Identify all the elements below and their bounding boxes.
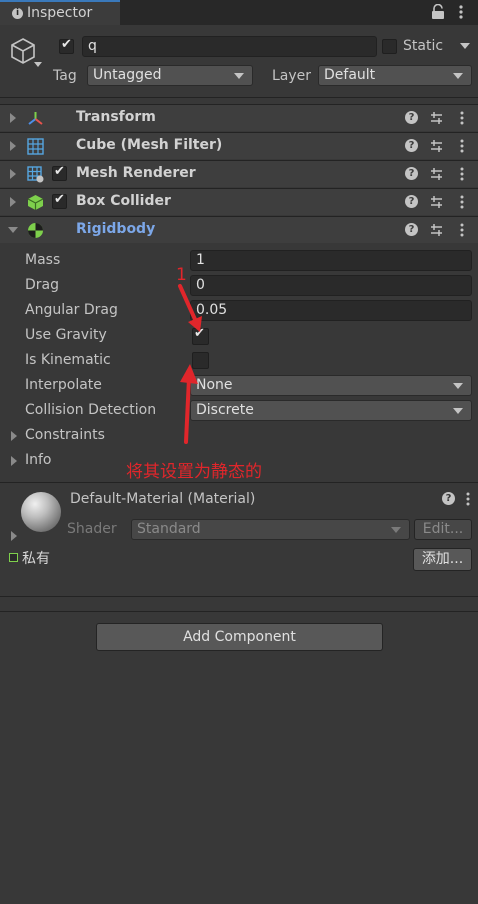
divider xyxy=(0,611,478,612)
layer-value: Default xyxy=(324,67,376,83)
interpolate-label: Interpolate xyxy=(25,377,102,393)
angular-drag-field[interactable]: 0.05 xyxy=(190,300,472,321)
presets-icon[interactable] xyxy=(430,195,443,209)
help-icon[interactable]: ? xyxy=(405,167,418,180)
kebab-menu-icon[interactable] xyxy=(460,167,464,181)
layer-dropdown[interactable]: Default xyxy=(318,65,472,86)
box-collider-icon xyxy=(27,195,44,210)
shader-label: Shader xyxy=(67,521,117,537)
fold-arrow-icon[interactable] xyxy=(10,169,16,179)
annotation-up-arrow-icon xyxy=(180,364,198,444)
component-title: Cube (Mesh Filter) xyxy=(76,137,223,153)
help-icon[interactable]: ? xyxy=(405,195,418,208)
mesh-filter-icon xyxy=(27,138,44,155)
presets-icon[interactable] xyxy=(430,167,443,181)
component-rigidbody[interactable]: Rigidbody ? xyxy=(0,216,478,243)
rigidbody-icon xyxy=(28,223,43,238)
tab-label: Inspector xyxy=(27,5,93,21)
help-icon[interactable]: ? xyxy=(405,139,418,152)
annotation-arrow-icon xyxy=(178,284,202,332)
enabled-checkbox[interactable] xyxy=(52,164,67,181)
gameobject-cube-icon[interactable] xyxy=(9,36,37,66)
component-mesh-renderer[interactable]: Mesh Renderer ? xyxy=(0,160,478,187)
component-title: Transform xyxy=(76,109,156,125)
static-dropdown-icon[interactable] xyxy=(460,43,470,49)
tag-label: Tag xyxy=(53,68,77,84)
divider xyxy=(0,97,478,98)
mass-field[interactable]: 1 xyxy=(190,250,472,271)
collision-detection-dropdown[interactable]: Discrete xyxy=(190,400,472,421)
kebab-menu-icon[interactable] xyxy=(460,223,464,237)
fold-arrow-icon[interactable] xyxy=(10,141,16,151)
active-checkbox[interactable] xyxy=(59,37,74,54)
chevron-down-icon xyxy=(391,527,401,533)
drag-field[interactable]: 0 xyxy=(190,275,472,296)
tab-inspector[interactable]: i Inspector xyxy=(0,0,120,25)
kebab-menu-icon[interactable] xyxy=(466,492,470,506)
drag-label: Drag xyxy=(25,277,60,293)
shader-edit-button[interactable]: Edit... xyxy=(414,519,472,540)
angular-drag-label: Angular Drag xyxy=(25,302,118,318)
lock-icon[interactable] xyxy=(431,4,445,20)
annotation-text: 将其设置为静态的 xyxy=(126,462,262,482)
tag-dropdown[interactable]: Untagged xyxy=(87,65,253,86)
icon-dropdown-icon[interactable] xyxy=(34,62,42,67)
presets-icon[interactable] xyxy=(430,139,443,153)
divider xyxy=(0,482,478,483)
constraints-fold-icon[interactable] xyxy=(11,431,17,441)
help-icon[interactable]: ? xyxy=(405,111,418,124)
mass-label: Mass xyxy=(25,252,61,268)
component-title: Mesh Renderer xyxy=(76,165,196,181)
is-kinematic-label: Is Kinematic xyxy=(25,352,111,368)
component-mesh-filter[interactable]: Cube (Mesh Filter) ? xyxy=(0,132,478,159)
interpolate-value: None xyxy=(196,377,233,393)
fold-arrow-icon[interactable] xyxy=(8,227,18,233)
add-label-button[interactable]: 添加... xyxy=(413,548,472,571)
transform-icon xyxy=(28,112,43,125)
material-title: Default-Material (Material) xyxy=(70,491,256,507)
component-transform[interactable]: Transform ? xyxy=(0,104,478,131)
shader-dropdown[interactable]: Standard xyxy=(131,519,410,540)
constraints-foldout[interactable]: Constraints xyxy=(25,427,105,443)
private-label: 私有 xyxy=(22,551,50,567)
private-checkbox-icon[interactable] xyxy=(9,553,18,562)
layer-label: Layer xyxy=(272,68,312,84)
static-checkbox[interactable] xyxy=(382,39,397,54)
info-fold-icon[interactable] xyxy=(11,456,17,466)
use-gravity-label: Use Gravity xyxy=(25,327,107,343)
material-fold-icon[interactable] xyxy=(11,531,17,541)
presets-icon[interactable] xyxy=(430,111,443,125)
help-icon[interactable]: ? xyxy=(405,223,418,236)
kebab-menu-icon[interactable] xyxy=(460,139,464,153)
collision-detection-label: Collision Detection xyxy=(25,402,157,418)
fold-arrow-icon[interactable] xyxy=(10,197,16,207)
name-field[interactable]: q xyxy=(82,36,377,57)
info-foldout[interactable]: Info xyxy=(25,452,52,468)
component-box-collider[interactable]: Box Collider ? xyxy=(0,188,478,215)
enabled-checkbox[interactable] xyxy=(52,192,67,209)
chevron-down-icon xyxy=(453,383,463,389)
divider xyxy=(0,596,478,597)
info-icon: i xyxy=(12,8,23,19)
chevron-down-icon xyxy=(453,73,463,79)
mesh-renderer-icon xyxy=(27,166,44,183)
kebab-menu-icon[interactable] xyxy=(459,4,463,20)
kebab-menu-icon[interactable] xyxy=(460,111,464,125)
collision-detection-value: Discrete xyxy=(196,402,254,418)
add-component-button[interactable]: Add Component xyxy=(96,623,383,651)
interpolate-dropdown[interactable]: None xyxy=(190,375,472,396)
component-title: Box Collider xyxy=(76,193,171,209)
chevron-down-icon xyxy=(453,408,463,414)
static-label: Static xyxy=(403,38,444,54)
component-title: Rigidbody xyxy=(76,221,156,237)
help-icon[interactable]: ? xyxy=(442,492,455,505)
kebab-menu-icon[interactable] xyxy=(460,195,464,209)
tag-value: Untagged xyxy=(93,67,162,83)
fold-arrow-icon[interactable] xyxy=(10,113,16,123)
shader-value: Standard xyxy=(137,521,201,537)
presets-icon[interactable] xyxy=(430,223,443,237)
material-preview-sphere[interactable] xyxy=(21,492,61,532)
chevron-down-icon xyxy=(234,73,244,79)
